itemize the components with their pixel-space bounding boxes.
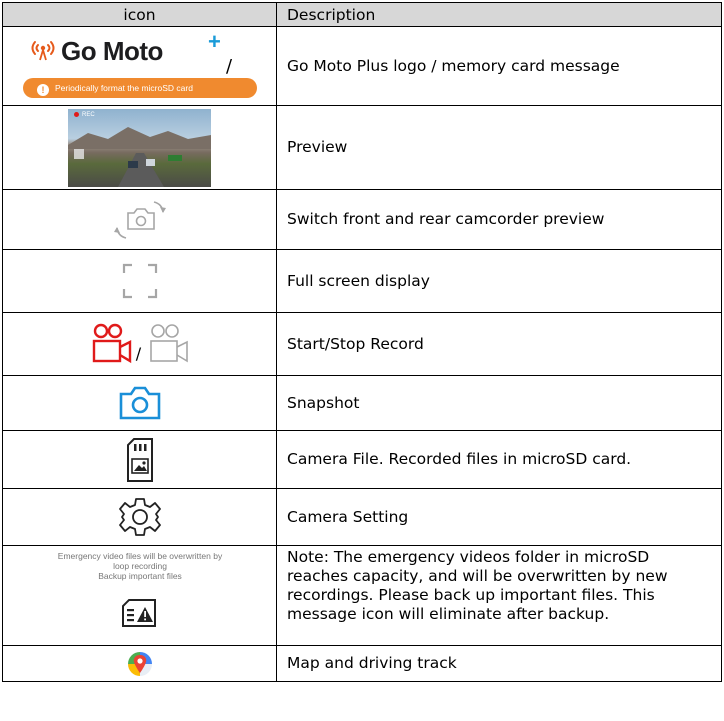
row-description: Preview <box>276 105 722 190</box>
emergency-folder-warning-icon[interactable] <box>121 598 159 628</box>
row-description: Snapshot <box>276 375 722 431</box>
logo-plus-mark: + <box>208 29 221 54</box>
switch-camera-icon[interactable] <box>110 196 170 244</box>
go-moto-logo: Go Moto <box>61 36 163 66</box>
table-row: Camera Setting <box>2 488 722 546</box>
row-description: Note: The emergency videos folder in mic… <box>276 545 722 646</box>
gear-icon[interactable] <box>118 495 162 539</box>
table-row: / Start/Stop Record <box>2 312 722 376</box>
fullscreen-icon[interactable] <box>120 261 160 301</box>
emergency-warning-text: Emergency video files will be overwritte… <box>57 550 223 581</box>
memory-card-message[interactable]: ! Periodically format the microSD card <box>23 78 257 98</box>
icon-description-table: icon Description Go Moto + / ! Periodical… <box>2 2 722 682</box>
sd-card-file-icon[interactable] <box>124 437 156 483</box>
table-row: Camera File. Recorded files in microSD c… <box>2 430 722 489</box>
table-header-row: icon Description <box>2 2 722 27</box>
icon-column-header: icon <box>2 2 277 27</box>
signal-icon <box>31 41 55 61</box>
map-pin-icon[interactable] <box>125 649 155 679</box>
camera-icon[interactable] <box>117 385 163 421</box>
alert-icon: ! <box>37 84 49 96</box>
preview-cell: REC <box>2 105 277 190</box>
separator: / <box>135 343 142 363</box>
row-description: Start/Stop Record <box>276 312 722 376</box>
record-stop-icon[interactable] <box>145 322 191 366</box>
table-row: Snapshot <box>2 375 722 431</box>
row-description: Camera File. Recorded files in microSD c… <box>276 430 722 489</box>
separator: / <box>226 56 233 77</box>
table-row: Emergency video files will be overwritte… <box>2 545 722 646</box>
table-row: Full screen display <box>2 249 722 313</box>
row-description: Switch front and rear camcorder preview <box>276 189 722 250</box>
record-start-icon[interactable] <box>88 322 134 366</box>
row-description: Full screen display <box>276 249 722 313</box>
description-column-header: Description <box>276 2 722 27</box>
road-scene <box>68 126 211 187</box>
preview-image: REC <box>68 108 211 187</box>
table-row: Map and driving track <box>2 645 722 682</box>
row-description: Go Moto Plus logo / memory card message <box>276 26 722 106</box>
table-row: REC Preview <box>2 105 722 190</box>
memory-card-message-text: Periodically format the microSD card <box>55 83 193 93</box>
row-description: Map and driving track <box>276 645 722 682</box>
row-description: Camera Setting <box>276 488 722 546</box>
table-row: Switch front and rear camcorder preview <box>2 189 722 250</box>
logo-cell: Go Moto + / ! Periodically format the mic… <box>2 26 277 106</box>
table-row: Go Moto + / ! Periodically format the mic… <box>2 26 722 106</box>
